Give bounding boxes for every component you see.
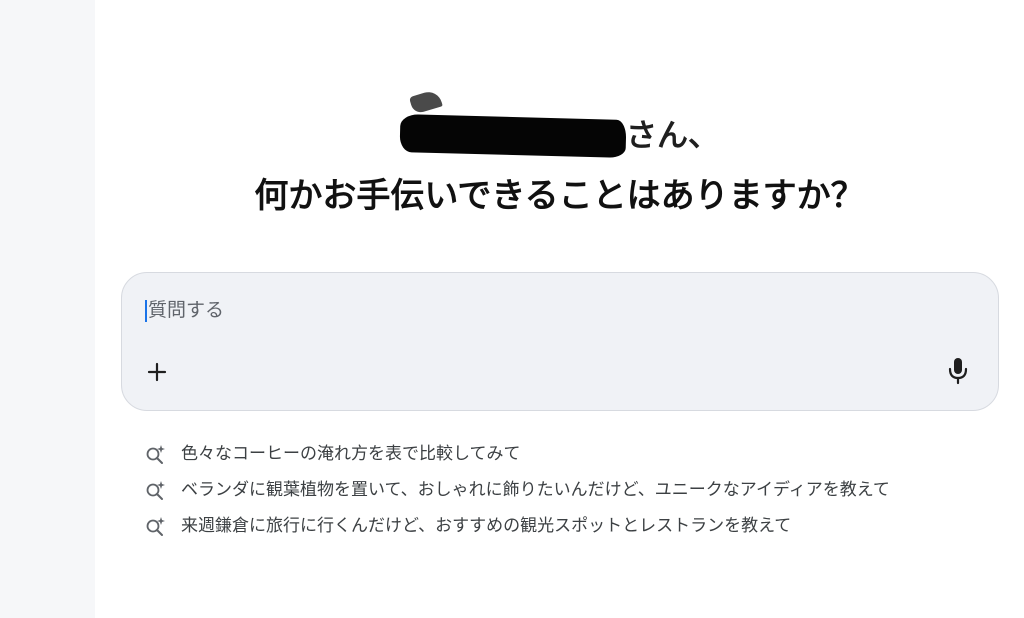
sparkle-search-icon — [146, 481, 165, 500]
suggestion-text: 来週鎌倉に旅行に行くんだけど、おすすめの観光スポットとレストランを教えて — [181, 516, 792, 536]
greeting-question: 何かお手伝いできることはありますか？ — [254, 176, 865, 216]
prompt-box — [121, 272, 999, 411]
text-caret — [145, 300, 147, 322]
suggestion-list: 色々なコーヒーの淹れ方を表で比較してみて ベランダに観葉植物を置いて、おしゃれに… — [145, 442, 925, 550]
main-area: さん、 何かお手伝いできることはありますか？ 色々なコーヒーの淹れ方 — [95, 0, 1024, 618]
sparkle-search-icon — [146, 445, 165, 464]
suggestion-text: ベランダに観葉植物を置いて、おしゃれに飾りたいんだけど、ユニークなアイディアを教… — [181, 480, 890, 500]
sidebar — [0, 0, 95, 618]
microphone-icon — [948, 358, 968, 385]
redacted-username — [399, 114, 627, 158]
voice-input-button[interactable] — [944, 355, 972, 387]
suggestion-item[interactable]: ベランダに観葉植物を置いて、おしゃれに飾りたいんだけど、ユニークなアイディアを教… — [145, 478, 925, 502]
suggestion-item[interactable]: 色々なコーヒーの淹れ方を表で比較してみて — [145, 442, 925, 466]
add-button[interactable] — [142, 357, 172, 387]
greeting-suffix: さん、 — [626, 118, 719, 154]
greeting-line: さん、 — [95, 114, 1024, 158]
prompt-input[interactable] — [144, 295, 848, 325]
sparkle-search-icon — [146, 517, 165, 536]
plus-icon — [147, 362, 167, 382]
suggestion-item[interactable]: 来週鎌倉に旅行に行くんだけど、おすすめの観光スポットとレストランを教えて — [145, 514, 925, 538]
suggestion-text: 色々なコーヒーの淹れ方を表で比較してみて — [181, 444, 521, 464]
